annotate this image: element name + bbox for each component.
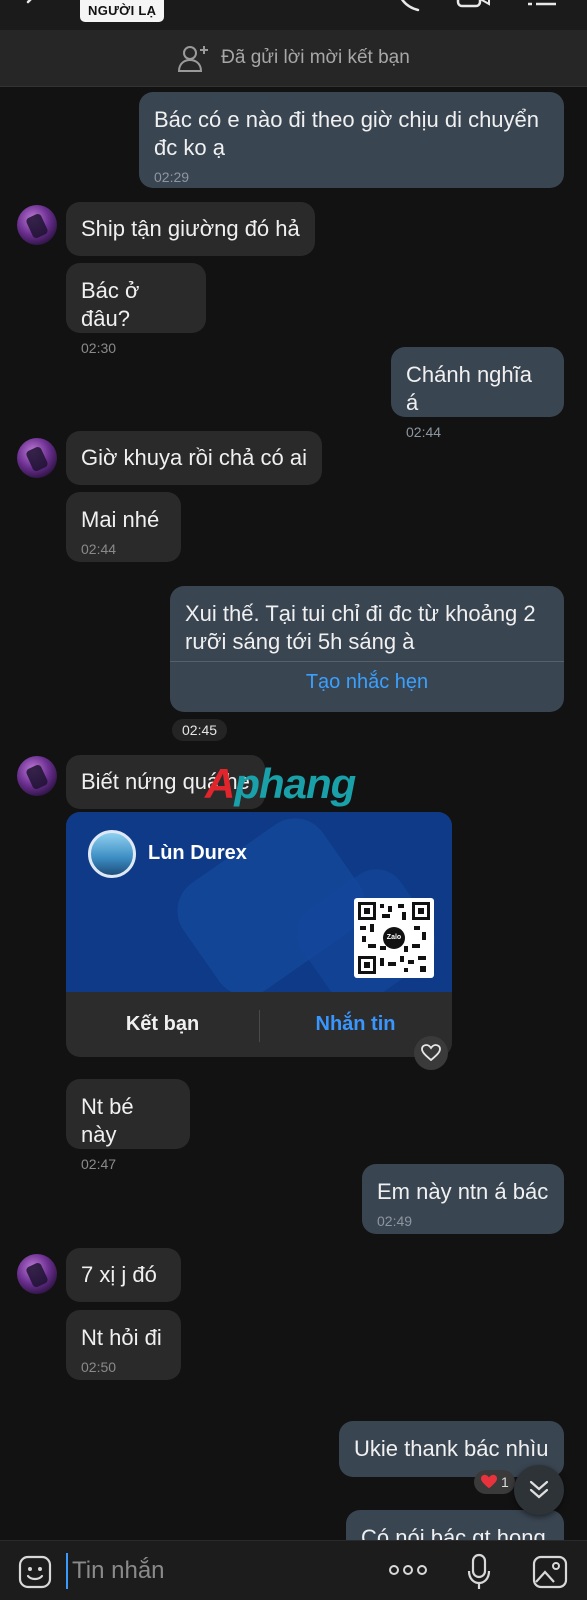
card-avatar[interactable]: [88, 830, 136, 878]
add-friend-button[interactable]: Kết bạn: [66, 992, 259, 1057]
incoming-message[interactable]: 7 xị j đó: [66, 1248, 181, 1302]
message-text: Xui thế. Tại tui chỉ đi đc từ khoảng 2 r…: [185, 601, 536, 654]
incoming-message[interactable]: Nt hỏi đi 02:50: [66, 1310, 181, 1380]
message-text: Giờ khuya rồi chả có ai: [81, 445, 307, 470]
contact-avatar[interactable]: [17, 438, 57, 478]
outgoing-message[interactable]: Có nói bác gt hong: [346, 1510, 564, 1540]
message-text: Mai nhé: [81, 507, 160, 532]
stranger-badge: NGƯỜI LẠ: [80, 0, 165, 22]
more-options-icon[interactable]: [388, 1563, 428, 1577]
incoming-message[interactable]: Ship tận giường đó hả: [66, 202, 315, 256]
message-time: 02:50: [81, 1359, 117, 1375]
friend-request-bar: Đã gửi lời mời kết bạn: [0, 30, 587, 87]
qr-code-icon[interactable]: Zalo: [354, 898, 434, 978]
message-text: Nt bé này: [81, 1094, 134, 1147]
outgoing-message[interactable]: Chánh nghĩa á 02:44: [391, 347, 564, 440]
incoming-message[interactable]: Mai nhé 02:44: [66, 492, 181, 562]
message-text: Bác có e nào đi theo giờ chịu di chuyển …: [154, 107, 540, 160]
phone-icon[interactable]: [398, 0, 424, 12]
sticker-icon[interactable]: [18, 1555, 52, 1589]
chat-header: NGƯỜI LẠ: [0, 0, 587, 30]
message-text: Ship tận giường đó hả: [81, 216, 300, 241]
heart-react-button[interactable]: [414, 1036, 448, 1070]
contact-card-actions: Kết bạn Nhắn tin: [66, 992, 452, 1057]
outgoing-message[interactable]: Em này ntn á bác 02:49: [362, 1164, 564, 1234]
message-time: 02:30: [81, 340, 117, 356]
time-chip: 02:45: [172, 719, 228, 741]
reaction-badge[interactable]: 1: [474, 1470, 515, 1494]
message-text: Bác ở đâu?: [81, 278, 140, 331]
menu-icon[interactable]: [526, 0, 558, 12]
message-time: 02:49: [377, 1213, 413, 1229]
heart-icon: [481, 1474, 497, 1489]
scroll-to-bottom-button[interactable]: [514, 1465, 564, 1515]
watermark-logo: Aphang: [205, 760, 356, 807]
outgoing-message[interactable]: Bác có e nào đi theo giờ chịu di chuyển …: [139, 92, 564, 188]
incoming-message[interactable]: Nt bé này 02:47: [66, 1079, 190, 1172]
incoming-message[interactable]: Bác ở đâu? 02:30: [66, 263, 206, 356]
contact-card[interactable]: Lùn Durex Zalo Kết bạn Nhắn tin: [66, 812, 452, 1057]
message-text: Chánh nghĩa á: [406, 362, 532, 415]
divider: [170, 661, 564, 662]
contact-avatar[interactable]: [17, 756, 57, 796]
message-time: 02:44: [406, 424, 442, 440]
message-input-bar: [0, 1540, 587, 1600]
contact-card-header: Lùn Durex Zalo: [66, 812, 452, 992]
card-contact-name: Lùn Durex: [148, 842, 247, 864]
microphone-icon[interactable]: [466, 1553, 492, 1591]
image-icon[interactable]: [532, 1555, 568, 1589]
message-time: 02:44: [81, 541, 117, 557]
qr-logo: Zalo: [383, 927, 405, 949]
incoming-message[interactable]: Giờ khuya rồi chả có ai: [66, 431, 322, 485]
contact-avatar[interactable]: [17, 205, 57, 245]
message-text: 7 xị j đó: [81, 1262, 157, 1287]
message-input[interactable]: [66, 1553, 366, 1589]
message-text: Nt hỏi đi: [81, 1325, 162, 1350]
add-user-icon: [178, 46, 209, 72]
outgoing-message-with-reminder[interactable]: Xui thế. Tại tui chỉ đi đc từ khoảng 2 r…: [170, 586, 564, 712]
back-arrow-icon[interactable]: [22, 0, 48, 10]
contact-avatar[interactable]: [17, 1254, 57, 1294]
friend-request-text: Đã gửi lời mời kết bạn: [221, 47, 410, 68]
double-chevron-down-icon: [529, 1480, 549, 1499]
heart-outline-icon: [421, 1044, 441, 1062]
message-time: 02:29: [154, 169, 190, 185]
chat-area: Bác có e nào đi theo giờ chịu di chuyển …: [0, 88, 587, 1540]
video-call-icon[interactable]: [456, 0, 492, 12]
message-text: Có nói bác gt hong: [361, 1525, 546, 1540]
reaction-count: 1: [501, 1474, 509, 1490]
message-text: Em này ntn á bác: [377, 1179, 549, 1204]
create-reminder-link[interactable]: Tạo nhắc hẹn: [170, 671, 564, 694]
message-text: Ukie thank bác nhìu: [354, 1436, 549, 1461]
message-time: 02:47: [81, 1156, 117, 1172]
